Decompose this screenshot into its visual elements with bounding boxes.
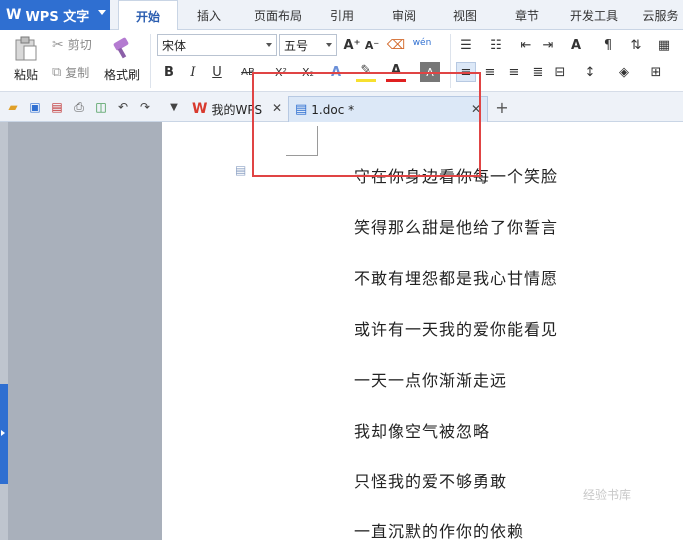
font-size-value: 五号 <box>284 38 309 53</box>
scissors-icon: ✂ <box>52 36 64 53</box>
paragraph-marker-icon[interactable]: ▤ <box>235 163 246 177</box>
export-pdf-icon[interactable]: ▤ <box>49 99 65 115</box>
expand-arrow-icon <box>1 430 5 436</box>
wps-logo-icon: W <box>192 101 208 117</box>
print-icon[interactable]: ⎙ <box>71 99 87 115</box>
document-line: 一天一点你渐渐走远 <box>354 371 508 390</box>
document-line: 不敢有埋怨都是我心甘情愿 <box>354 269 559 288</box>
align-center-icon[interactable]: ≡ <box>480 62 500 82</box>
distributed-icon[interactable]: ⊟ <box>550 62 570 82</box>
clear-format-icon[interactable]: ⌫ <box>386 35 406 55</box>
font-size-select[interactable]: 五号 <box>279 34 337 56</box>
new-tab-icon[interactable]: + <box>494 98 510 117</box>
app-name: WPS 文字 <box>25 9 90 25</box>
tab-developer[interactable]: 开发工具 <box>564 0 624 30</box>
line-spacing-icon[interactable]: ↕ <box>580 62 600 82</box>
chevron-down-icon <box>266 43 272 47</box>
brush-icon <box>113 37 129 59</box>
chevron-down-icon <box>98 10 106 15</box>
table-icon[interactable]: ▦ <box>654 35 674 55</box>
tab-view[interactable]: 视图 <box>441 0 489 30</box>
copy-icon: ⧉ <box>52 65 62 80</box>
highlight-annotation-box <box>252 72 481 177</box>
open-folder-icon[interactable]: ▰ <box>5 99 21 115</box>
paste-icon <box>15 36 37 61</box>
bullet-list-icon[interactable]: ☰ <box>456 35 476 55</box>
tab-insert[interactable]: 插入 <box>180 0 238 30</box>
decrease-indent-icon[interactable]: ⇤ <box>516 35 536 55</box>
copy-button[interactable]: ⧉ 复制 <box>52 64 89 81</box>
tab-cloud-service[interactable]: 云服务 <box>638 0 683 30</box>
document-line: 或许有一天我的爱你能看见 <box>354 320 559 339</box>
chinese-layout-icon[interactable]: A <box>566 35 586 55</box>
shading-icon[interactable]: ◈ <box>614 62 634 82</box>
document-line: 笑得那么甜是他给了你誓言 <box>354 218 559 237</box>
borders-icon[interactable]: ⊞ <box>646 62 666 82</box>
paste-button[interactable]: 粘贴 <box>8 36 44 83</box>
document-line: 我却像空气被忽略 <box>354 422 491 441</box>
undo-icon[interactable]: ↶ <box>115 99 131 115</box>
numbered-list-icon[interactable]: ☷ <box>486 35 506 55</box>
bold-button[interactable]: B <box>159 62 179 82</box>
tab-review[interactable]: 审阅 <box>380 0 428 30</box>
document-line: 一直沉默的作你的依赖 <box>354 522 525 540</box>
align-right-icon[interactable]: ≡ <box>504 62 524 82</box>
justify-icon[interactable]: ≣ <box>528 62 548 82</box>
italic-button[interactable]: I <box>183 62 203 82</box>
grow-font-button[interactable]: A⁺ <box>342 35 362 55</box>
wps-logo-icon: W <box>6 7 22 23</box>
copy-label: 复制 <box>65 66 90 80</box>
format-painter-button[interactable]: 格式刷 <box>102 36 142 83</box>
tab-start[interactable]: 开始 <box>118 0 178 31</box>
underline-button[interactable]: U <box>207 62 227 82</box>
paste-label: 粘贴 <box>13 68 38 82</box>
document-line: 只怪我的爱不够勇敢 <box>354 472 508 491</box>
format-painter-label: 格式刷 <box>103 68 140 82</box>
pinyin-guide-button[interactable]: wén <box>412 33 432 53</box>
chevron-down-icon <box>326 43 332 47</box>
tab-page-layout[interactable]: 页面布局 <box>244 0 312 30</box>
divider <box>150 34 151 88</box>
tab-references[interactable]: 引用 <box>318 0 366 30</box>
watermark: 经验书库 <box>583 488 632 502</box>
font-name-select[interactable]: 宋体 <box>157 34 277 56</box>
show-marks-icon[interactable]: ¶ <box>598 35 618 55</box>
cut-button[interactable]: ✂ 剪切 <box>52 36 92 53</box>
cut-label: 剪切 <box>67 38 92 52</box>
shrink-font-button[interactable]: A⁻ <box>362 35 382 55</box>
tab-chapter[interactable]: 章节 <box>503 0 551 30</box>
chevron-down-icon[interactable]: ▼ <box>166 99 182 115</box>
sort-icon[interactable]: ⇅ <box>626 35 646 55</box>
redo-icon[interactable]: ↷ <box>137 99 153 115</box>
menu-bar: W WPS 文字 开始 插入 页面布局 引用 审阅 视图 章节 开发工具 云服务 <box>0 0 683 31</box>
app-menu-button[interactable]: W WPS 文字 <box>0 0 110 30</box>
print-preview-icon[interactable]: ◫ <box>93 99 109 115</box>
save-icon[interactable]: ▣ <box>27 99 43 115</box>
font-name-value: 宋体 <box>162 38 187 53</box>
navigation-pane <box>0 122 162 540</box>
increase-indent-icon[interactable]: ⇥ <box>538 35 558 55</box>
